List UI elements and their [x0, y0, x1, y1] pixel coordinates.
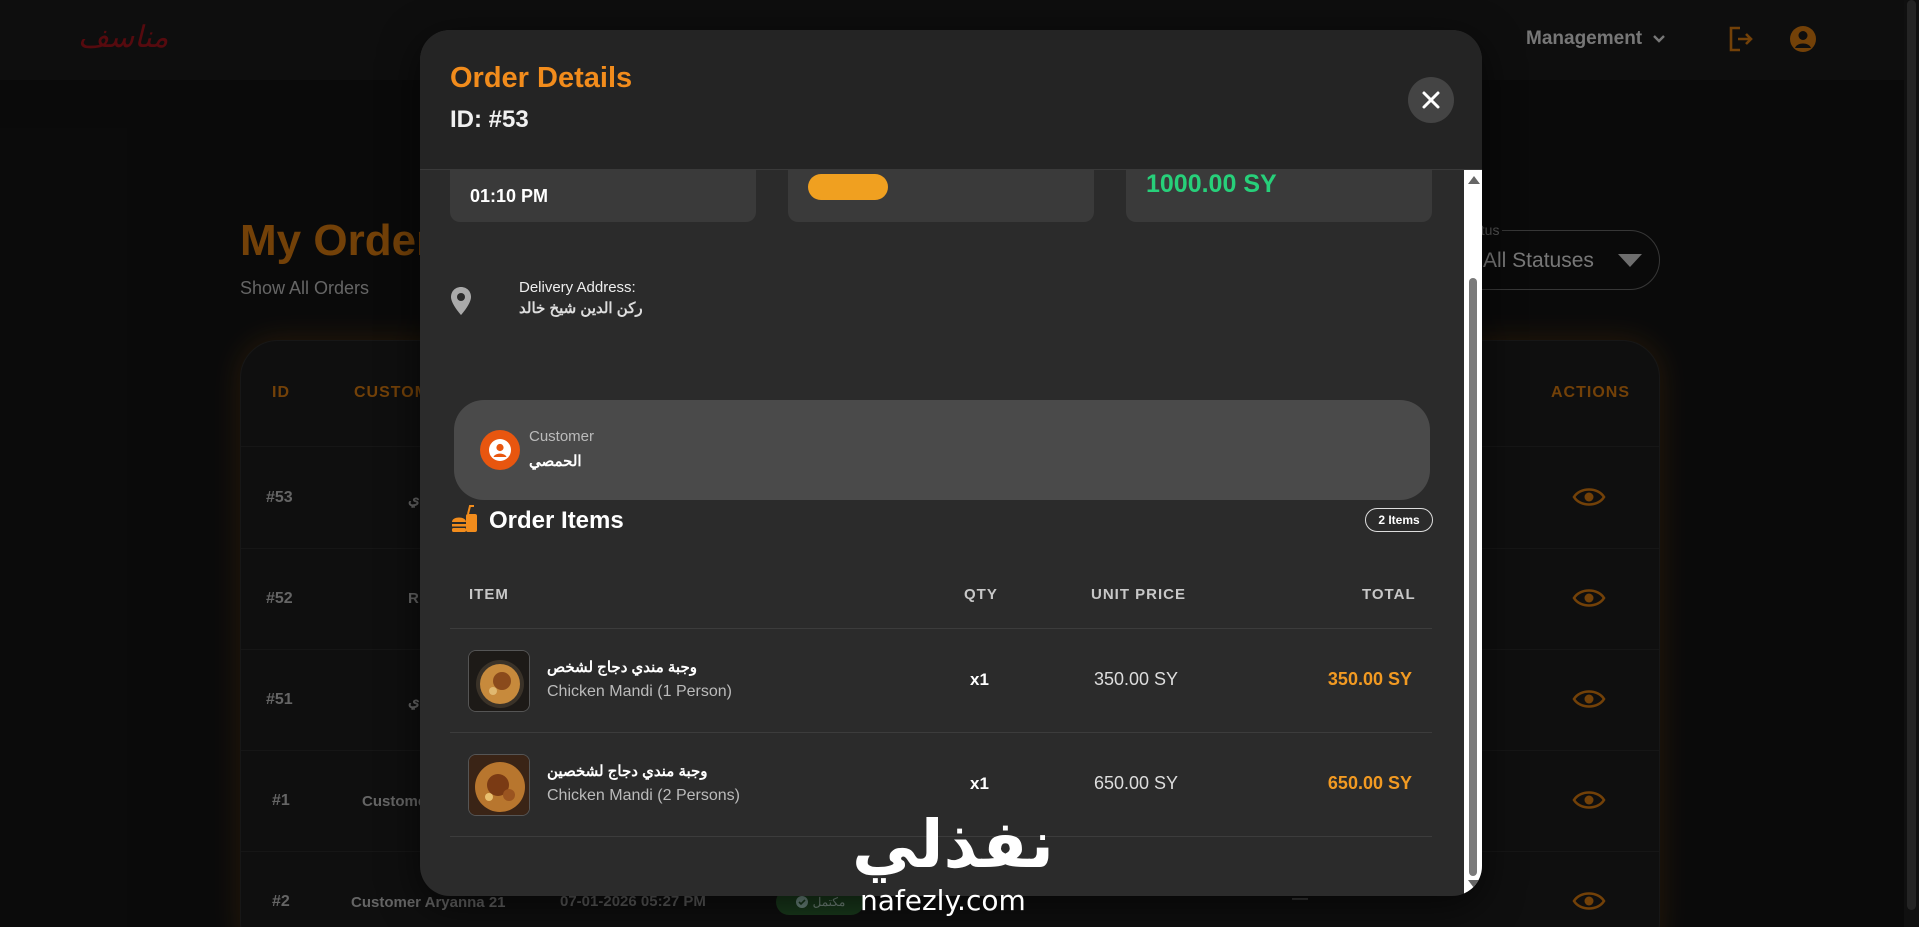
modal-header: Order Details ID: #53 — [420, 30, 1482, 170]
info-card-date: 01:10 PM — [450, 170, 756, 222]
food-image — [469, 755, 529, 815]
scroll-down-arrow-icon[interactable] — [1468, 880, 1480, 888]
table-divider — [450, 836, 1432, 837]
delivery-address-label: Delivery Address: — [519, 279, 636, 296]
item-total: 350.00 SY — [1327, 669, 1412, 689]
item-qty: x1 — [970, 670, 989, 689]
item-total: 650.00 SY — [1327, 773, 1412, 793]
order-total: 1000.00 SY — [1146, 170, 1277, 198]
customer-label: Customer — [529, 428, 595, 445]
item-name-ar: وجبة مندي دجاج لشخص — [547, 659, 697, 676]
column-header-total: TOTAL — [1362, 586, 1416, 603]
modal-scrollbar-thumb[interactable] — [1469, 278, 1477, 876]
item-unit-price: 650.00 SY — [1094, 773, 1179, 793]
close-button[interactable] — [1408, 77, 1454, 123]
scroll-up-arrow-icon[interactable] — [1468, 176, 1480, 184]
table-divider — [450, 732, 1432, 733]
customer-card: Customer الحمصي — [454, 400, 1430, 500]
order-details-modal: Order Details ID: #53 01:10 PM 1000.00 S… — [420, 30, 1482, 896]
column-header-unit-price: UNIT PRICE — [1091, 586, 1187, 603]
column-header-item: ITEM — [469, 586, 509, 603]
item-thumbnail — [468, 650, 530, 712]
food-image — [469, 651, 529, 711]
page: مناسف s Management My Order Show All Ord… — [0, 0, 1919, 927]
modal-body: 01:10 PM 1000.00 SY Delivery Address: رك… — [420, 170, 1482, 896]
item-name-ar: وجبة مندي دجاج لشخصين — [547, 763, 708, 780]
info-card-status — [788, 170, 1094, 222]
table-divider — [450, 628, 1432, 629]
status-badge — [808, 174, 888, 200]
info-card-total: 1000.00 SY — [1126, 170, 1432, 222]
item-unit-price: 350.00 SY — [1094, 669, 1179, 689]
user-circle-icon — [489, 439, 511, 461]
close-icon — [1422, 91, 1440, 109]
column-header-qty: QTY — [964, 586, 998, 603]
burger-drink-icon — [452, 505, 477, 532]
modal-scrollbar-track[interactable] — [1464, 170, 1482, 896]
item-qty: x1 — [970, 774, 989, 793]
delivery-address-value: ركن الدين شيخ خالد — [519, 300, 643, 317]
item-name-en: Chicken Mandi (2 Persons) — [547, 787, 740, 804]
location-pin-icon — [451, 287, 471, 315]
modal-title: Order Details — [450, 62, 633, 94]
item-name-en: Chicken Mandi (1 Person) — [547, 683, 732, 700]
order-time: 01:10 PM — [470, 186, 549, 206]
customer-name: الحمصي — [529, 453, 582, 470]
items-count-badge: 2 Items — [1365, 508, 1433, 532]
order-items-title: Order Items — [489, 507, 624, 534]
order-id-label: ID: #53 — [450, 106, 529, 133]
avatar — [480, 430, 520, 470]
item-thumbnail — [468, 754, 530, 816]
